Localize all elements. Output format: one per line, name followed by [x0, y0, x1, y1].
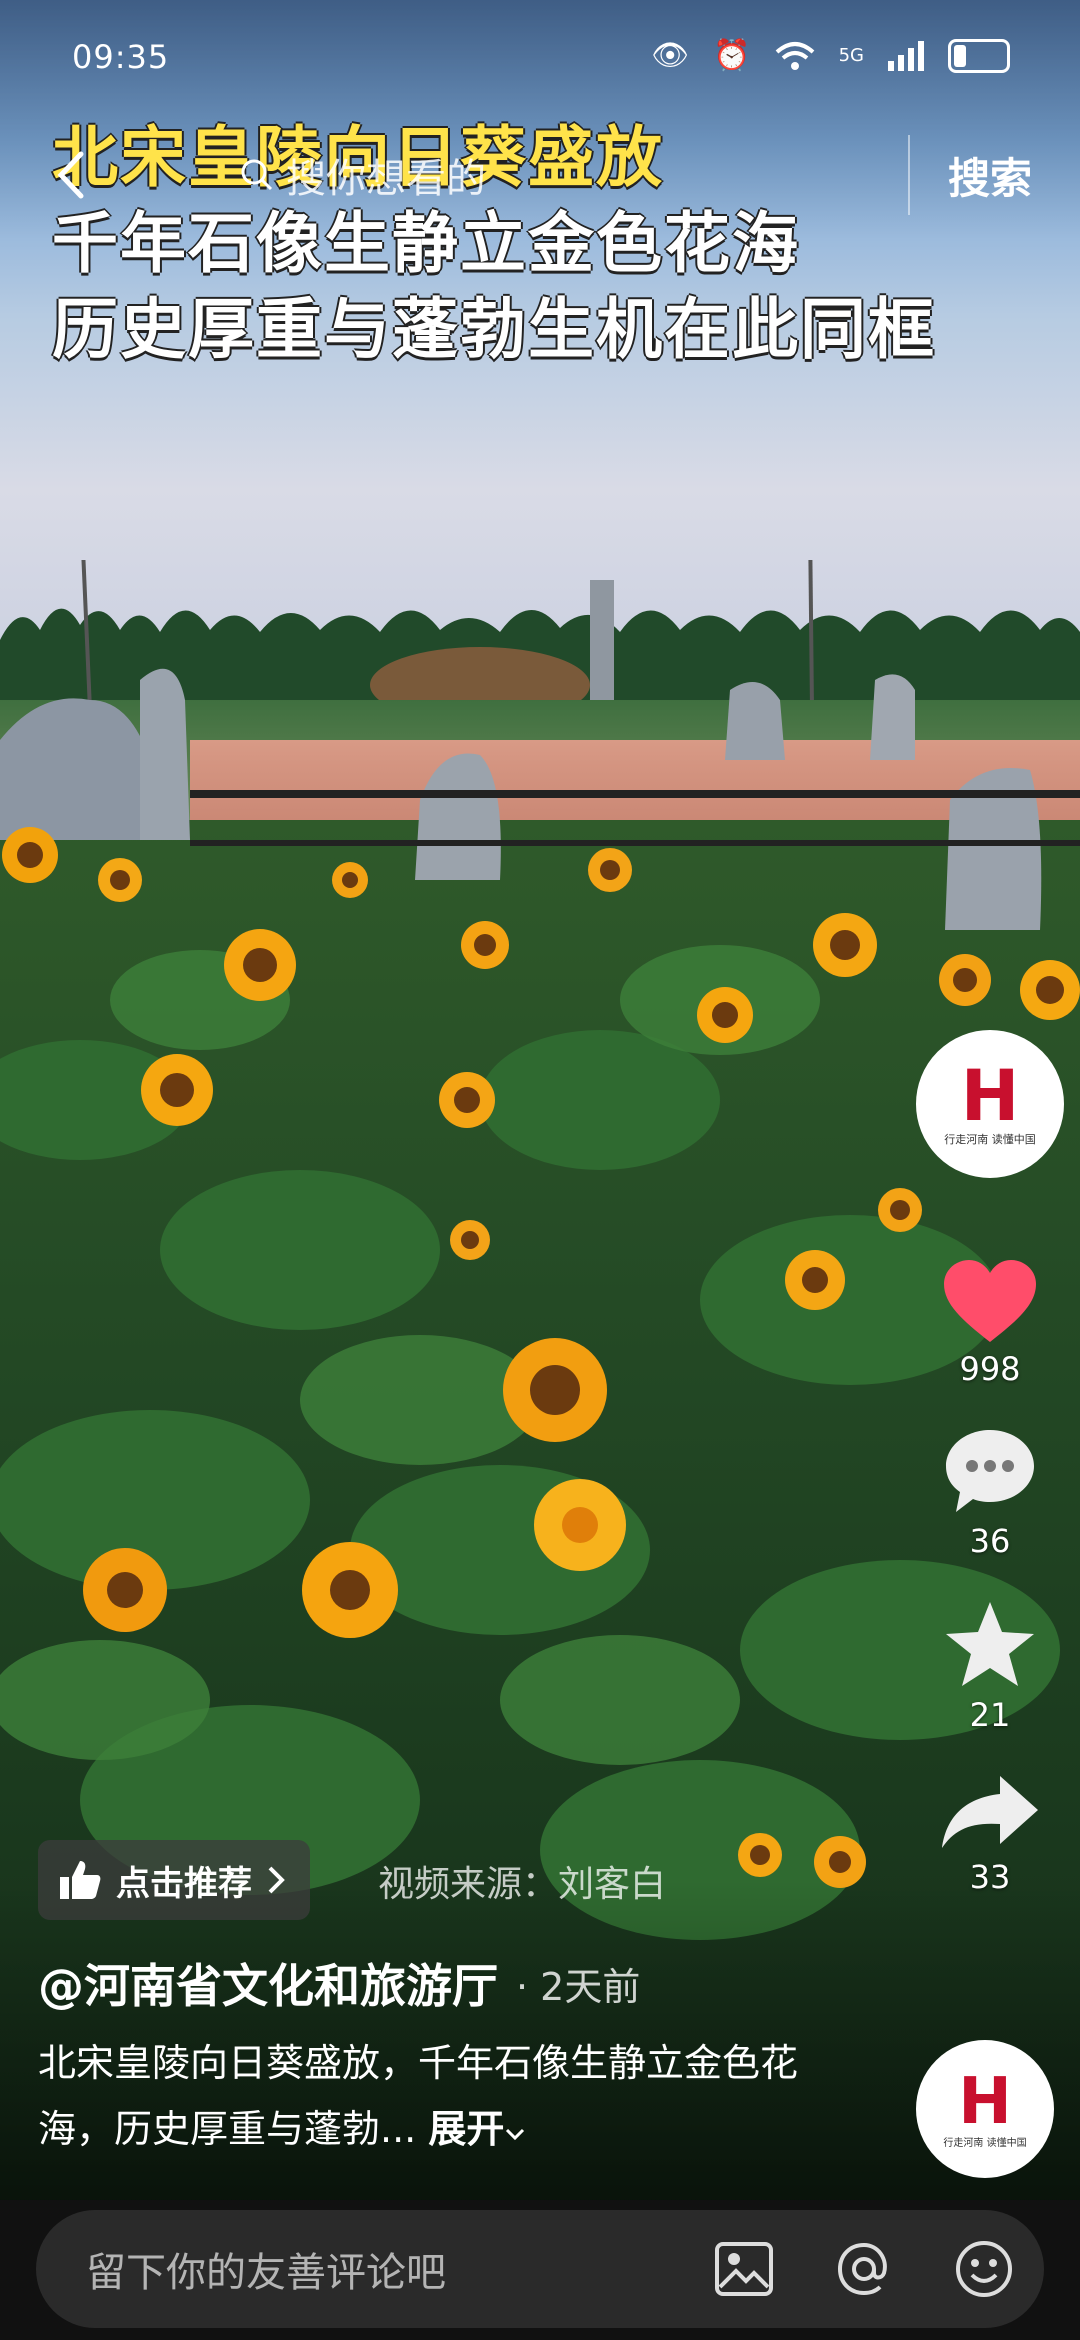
- mention-button[interactable]: [804, 2239, 924, 2299]
- author-avatar[interactable]: H 行走河南 读懂中国: [916, 1030, 1064, 1178]
- overlay-title-line3: 历史厚重与蓬勃生机在此同框: [52, 291, 936, 368]
- heart-icon: [944, 1260, 1036, 1342]
- chevron-left-icon: [57, 151, 84, 199]
- share-icon: [942, 1776, 1038, 1848]
- battery-icon: [948, 38, 1010, 73]
- avatar-tagline: 行走河南 读懂中国: [944, 1133, 1036, 1146]
- image-icon: [715, 2242, 773, 2296]
- recommend-label: 点击推荐: [116, 1863, 252, 1904]
- comment-icon: [946, 1430, 1034, 1512]
- author-name[interactable]: @河南省文化和旅游厅: [38, 1950, 498, 2016]
- like-count: 998: [959, 1350, 1021, 1388]
- back-button[interactable]: [40, 125, 100, 225]
- wifi-icon: [775, 41, 814, 70]
- search-input[interactable]: 搜你想看的: [100, 135, 908, 215]
- eye-icon: 👁: [651, 38, 690, 73]
- action-rail: H 行走河南 读懂中国 998 36 21 33: [916, 1030, 1064, 1896]
- at-icon: [837, 2242, 887, 2296]
- chevron-right-icon: [268, 1866, 285, 1894]
- network-label: 5G: [838, 45, 864, 66]
- chevron-down-icon: [506, 2128, 525, 2141]
- video-source: 视频来源：刘客白: [378, 1864, 667, 1905]
- author-avatar-small[interactable]: H 行走河南 读懂中国: [916, 2040, 1054, 2178]
- search-icon: [241, 159, 273, 191]
- search-placeholder: 搜你想看的: [286, 156, 486, 202]
- search-button[interactable]: 搜索: [908, 135, 1070, 215]
- star-icon: [946, 1602, 1034, 1686]
- comment-bar: 留下你的友善评论吧: [36, 2210, 1044, 2328]
- comment-count: 36: [969, 1522, 1011, 1560]
- avatar-small-tagline: 行走河南 读懂中国: [943, 2137, 1027, 2149]
- image-button[interactable]: [684, 2241, 804, 2297]
- expand-link[interactable]: 展开: [428, 2107, 526, 2151]
- emoji-button[interactable]: [924, 2239, 1044, 2299]
- description-text: 北宋皇陵向日葵盛放，千年石像生静立金色花海，历史厚重与蓬勃...: [38, 2041, 799, 2151]
- signal-icon: [888, 40, 924, 71]
- status-icons: 👁 ⏰ 5G: [651, 38, 1010, 73]
- share-button[interactable]: 33: [940, 1772, 1040, 1896]
- avatar-small-logo-mark: H: [958, 2064, 1012, 2139]
- expand-label: 展开: [428, 2107, 505, 2151]
- post-description[interactable]: 北宋皇陵向日葵盛放，千年石像生静立金色花海，历史厚重与蓬勃... 展开: [38, 2030, 858, 2162]
- like-button[interactable]: 998: [942, 1258, 1038, 1388]
- recommend-button[interactable]: 点击推荐: [38, 1840, 310, 1920]
- comment-input[interactable]: 留下你的友善评论吧: [36, 2240, 684, 2298]
- smiley-icon: [956, 2241, 1012, 2297]
- favorite-button[interactable]: 21: [942, 1598, 1038, 1734]
- avatar-logo-mark: H: [960, 1055, 1020, 1137]
- status-time: 09:35: [72, 38, 170, 76]
- author-line: @河南省文化和旅游厅 · 2天前: [38, 1950, 640, 2016]
- search-bar: 搜你想看的 搜索: [40, 125, 1070, 225]
- post-time: · 2天前: [516, 1964, 641, 2009]
- comment-button[interactable]: 36: [942, 1426, 1038, 1560]
- alarm-icon: ⏰: [713, 38, 751, 73]
- thumbs-up-icon: [60, 1861, 101, 1899]
- favorite-count: 21: [969, 1696, 1011, 1734]
